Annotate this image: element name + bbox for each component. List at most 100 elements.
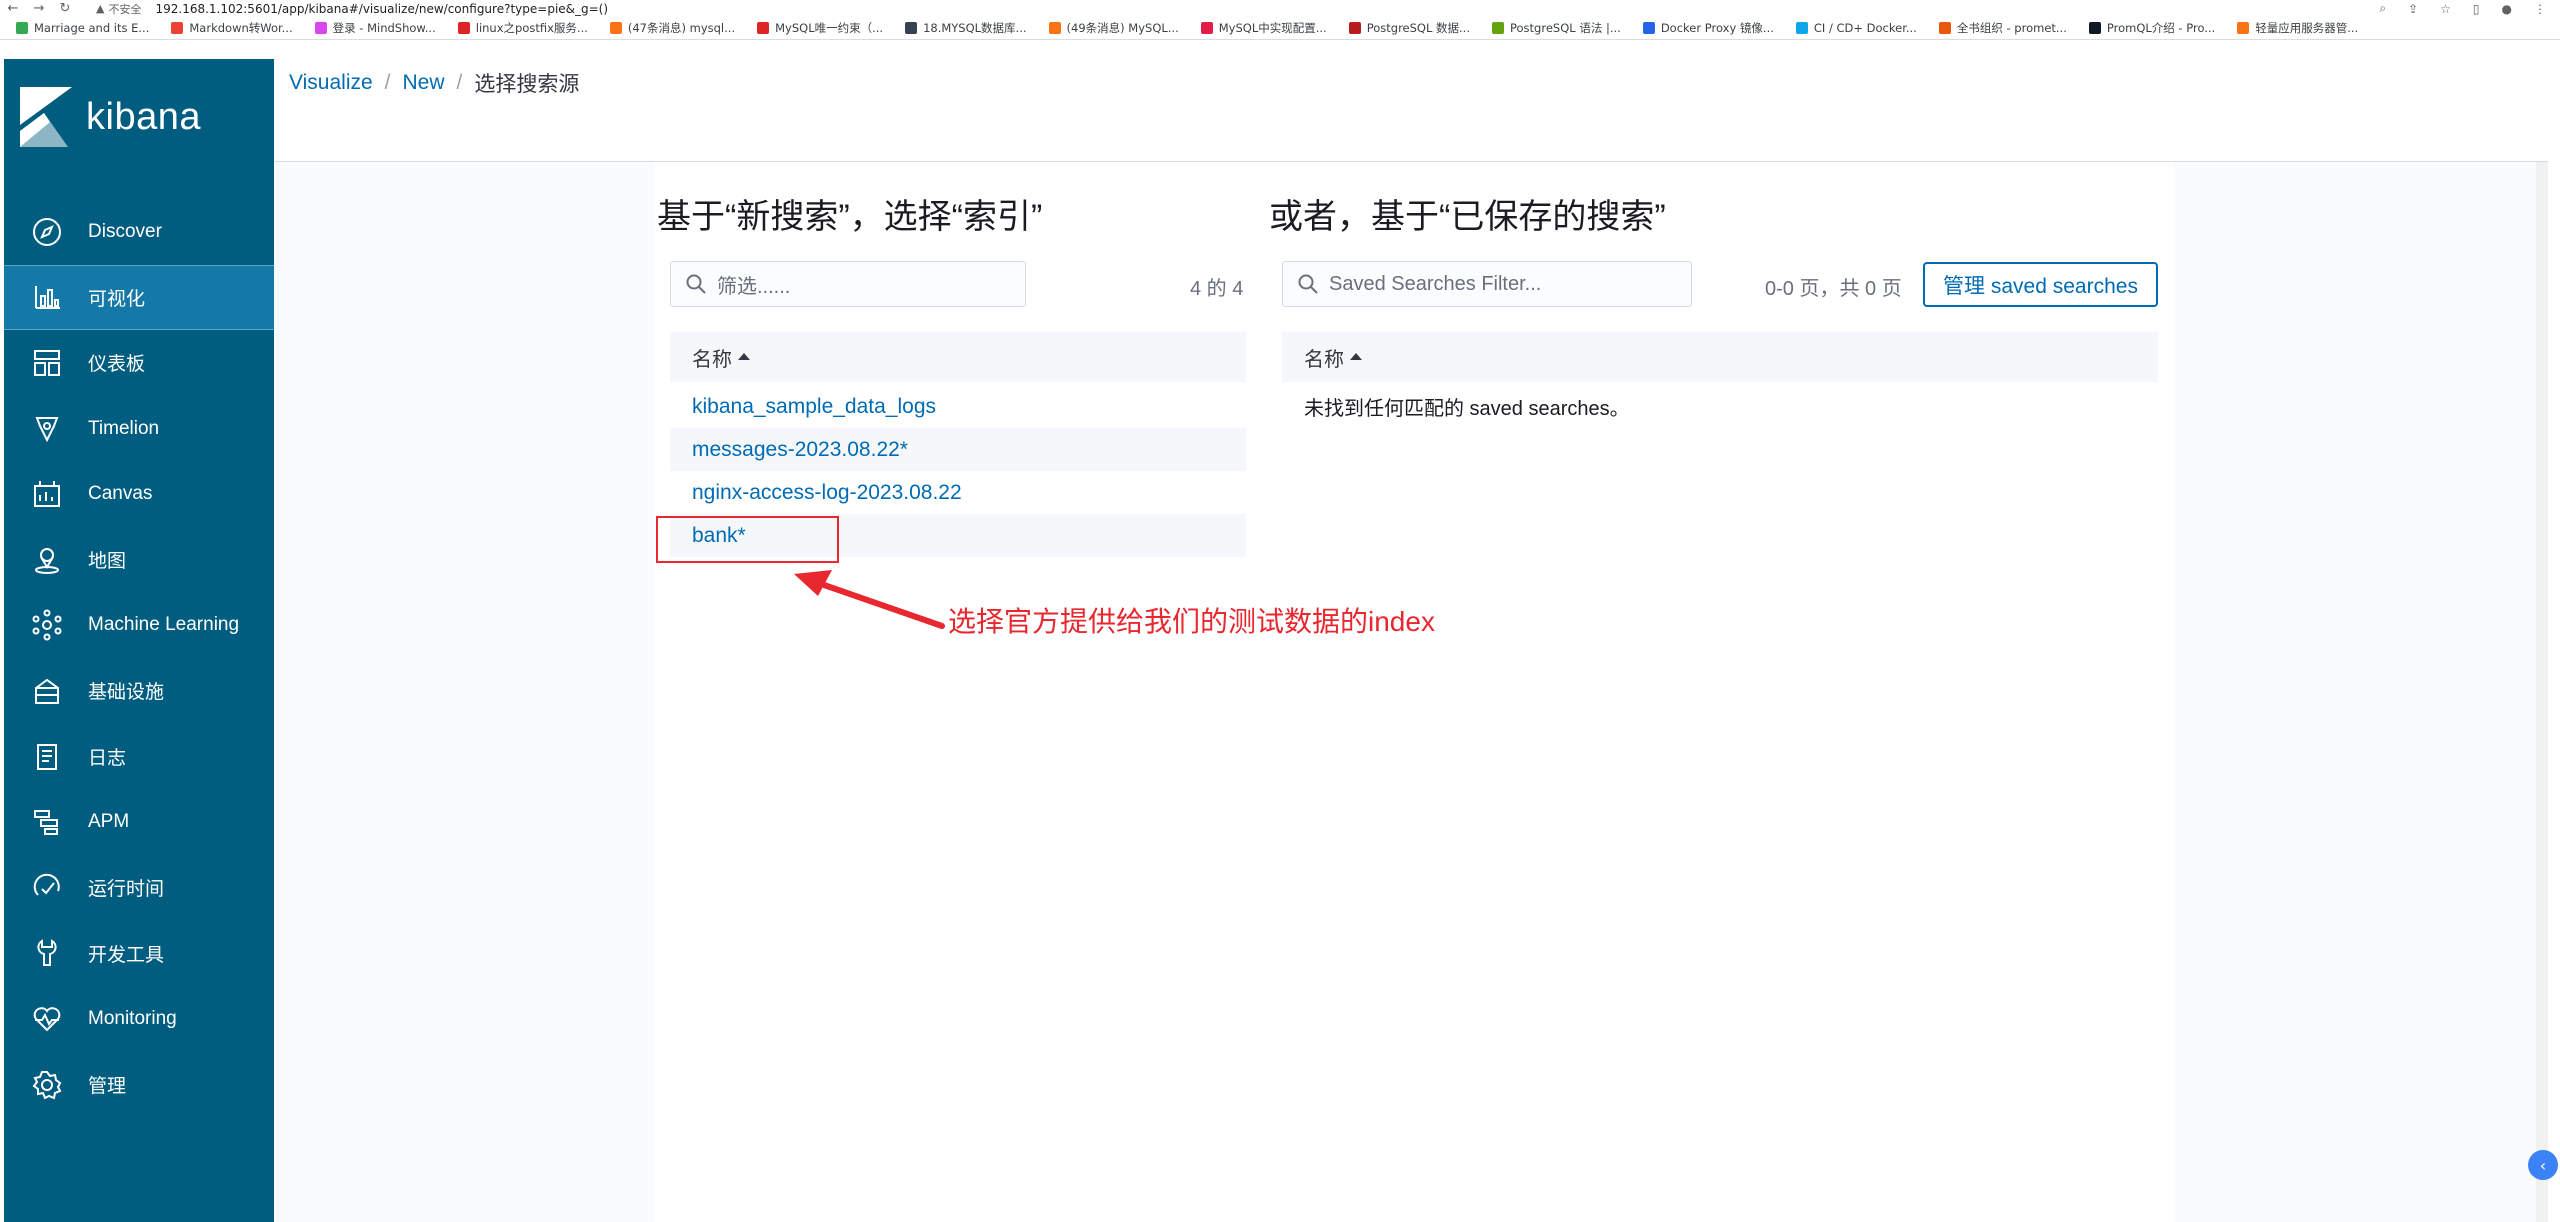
url-field[interactable]: ▲ 不安全 192.168.1.102:5601/app/kibana#/vis… [96,1,608,17]
reload-icon[interactable]: ↻ [52,1,78,16]
breadcrumb-visualize[interactable]: Visualize [289,71,373,95]
breadcrumb-separator: / [456,71,463,94]
sidebar-item-logs[interactable]: 日志 [4,724,274,790]
index-count: 4 的 4 [1190,278,1244,300]
sidebar-item-gear[interactable]: 管理 [4,1052,274,1118]
bookmark-item[interactable]: MySQL唯一约束（... [757,20,883,36]
sidebar-item-devtools[interactable]: 开发工具 [4,921,274,987]
ml-icon [32,609,62,641]
manage-saved-searches-button[interactable]: 管理 saved searches [1923,262,2158,307]
zoom-icon[interactable]: ⌕ [2379,1,2386,16]
sidebar-item-timelion[interactable]: Timelion [4,396,274,462]
sidebar-item-monitoring[interactable]: Monitoring [4,986,274,1052]
timelion-icon [35,416,59,442]
bookmark-label: MySQL中实现配置... [1218,21,1327,35]
sidebar-item-dashboard[interactable]: 仪表板 [4,330,274,396]
sidebar-item-apm[interactable]: APM [4,789,274,855]
bookmark-item[interactable]: 登录 - MindShow... [314,20,436,36]
canvas-icon [34,481,60,508]
collapse-icon[interactable]: ‹ [2528,1150,2558,1180]
saved-search-table-header[interactable]: 名称 [1282,332,2158,382]
index-row[interactable]: messages-2023.08.22* [670,428,1246,471]
bookmark-favicon-icon [16,22,28,34]
index-filter-input[interactable]: 筛选...... [670,261,1026,307]
devtools-icon [37,939,57,967]
uptime-icon [33,873,60,896]
menu-icon[interactable]: ⋮ [2534,2,2546,16]
map-icon [35,547,59,574]
bookmark-item[interactable]: 全书组织 - promet... [1938,20,2067,36]
bookmark-item[interactable]: Docker Proxy 镜像... [1642,20,1774,36]
profile-icon[interactable]: ● [2502,2,2512,16]
share-icon[interactable]: ⇪ [2408,2,2418,16]
bookmark-favicon-icon [1348,22,1361,34]
bookmark-item[interactable]: Marriage and its E... [16,21,149,35]
search-icon [1298,274,1318,294]
sidebar-item-compass[interactable]: Discover [4,199,274,265]
annotation-text: 选择官方提供给我们的测试数据的index [948,606,1435,637]
sidebar-item-visualize[interactable]: 可视化 [4,264,274,331]
bookmark-favicon-icon [1795,22,1808,34]
bookmark-item[interactable]: (47条消息) mysql... [609,20,736,36]
index-table-header[interactable]: 名称 [670,332,1246,382]
bookmark-item[interactable]: PostgreSQL 语法 |... [1492,20,1621,36]
bookmark-item[interactable]: linux之postfix服务... [457,20,588,36]
sidebar-item-label: Canvas [88,483,153,505]
sidebar-item-label: 开发工具 [88,944,165,966]
bookmark-label: PostgreSQL 语法 |... [1510,21,1621,35]
sidebar-item-label: Machine Learning [88,614,240,636]
sidebar-nav: Discover 可视化仪表板 Timelion Canvas 地图 Machine Le… [4,199,274,1117]
bookmark-item[interactable]: (49条消息) MySQL... [1048,20,1179,36]
sidebar-item-infrastructure[interactable]: 基础设施 [4,658,274,724]
back-icon[interactable]: ← [0,1,26,16]
bookmark-item[interactable]: PromQL介绍 - Pro... [2088,20,2216,36]
bookmark-item[interactable]: 18.MYSQL数据库... [905,20,1027,36]
bookmark-label: PromQL介绍 - Pro... [2106,21,2216,35]
sidebar-item-canvas[interactable]: Canvas [4,461,274,527]
bookmark-favicon-icon [1200,22,1213,34]
bookmark-label: Marriage and its E... [34,21,150,35]
bookmark-item[interactable]: CI / CD+ Docker... [1795,21,1917,35]
bookmark-favicon-icon [171,22,184,34]
bookmark-favicon-icon [314,22,327,34]
bookmarks-bar: Marriage and its E... Markdown转Wor... 登录 -… [0,17,2560,40]
bookmark-label: Markdown转Wor... [189,21,293,35]
sidebar-item-label: 运行时间 [88,879,165,901]
search-icon [686,274,706,294]
index-filter-placeholder: 筛选...... [717,275,791,298]
insecure-label: 不安全 [108,2,142,16]
bookmark-favicon-icon [905,22,918,34]
bookmark-item[interactable]: Markdown转Wor... [171,20,293,36]
sidebar-item-label: 仪表板 [88,354,146,376]
sidebar-item-uptime[interactable]: 运行时间 [4,855,274,921]
breadcrumb-separator: / [384,71,391,94]
kibana-logo[interactable]: kibana [20,87,201,147]
bookmark-favicon-icon [457,22,470,34]
bookmark-label: Docker Proxy 镜像... [1660,21,1774,35]
compass-icon [33,217,61,246]
index-row[interactable]: kibana_sample_data_logs [670,385,1246,428]
index-row[interactable]: nginx-access-log-2023.08.22 [670,471,1246,514]
bookmark-favicon-icon [757,22,770,34]
forward-icon[interactable]: → [26,1,52,16]
url-text[interactable]: 192.168.1.102:5601/app/kibana#/visualize… [155,2,608,16]
star-icon[interactable]: ☆ [2440,2,2451,16]
bookmark-item[interactable]: PostgreSQL 数据... [1348,20,1470,36]
bookmark-favicon-icon [1048,22,1061,34]
sidepanel-icon[interactable]: ▯ [2473,2,2480,16]
bookmark-favicon-icon [1938,22,1951,34]
column-name: 名称 [692,348,732,371]
sidebar-item-map[interactable]: 地图 [4,527,274,593]
saved-search-pagination: 0-0 页，共 0 页 [1765,278,1902,300]
sidebar-item-ml[interactable]: Machine Learning [4,593,274,659]
breadcrumb-new[interactable]: New [403,71,445,95]
bookmark-item[interactable]: MySQL中实现配置... [1200,20,1327,36]
dashboard-icon [34,349,60,376]
bookmark-item[interactable]: 轻量应用服务器管... [2237,20,2358,36]
saved-search-filter-placeholder: Saved Searches Filter... [1329,272,1542,295]
saved-search-filter-input[interactable]: Saved Searches Filter... [1282,261,1692,307]
bookmark-label: 轻量应用服务器管... [2255,21,2359,35]
bookmark-label: (47条消息) mysql... [627,21,736,35]
sidebar-item-label: Timelion [88,417,160,439]
page-scrollbar[interactable] [2536,162,2548,1222]
